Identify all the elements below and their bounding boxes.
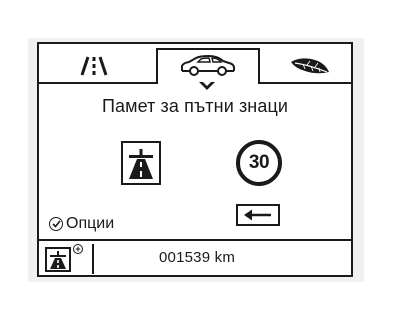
page-title: Памет за пътни знаци: [101, 96, 289, 116]
speed-limit-sign: 30: [236, 140, 282, 186]
speed-limit-value: 30: [248, 152, 270, 173]
options-label: Опции: [66, 215, 115, 232]
status-divider: [92, 244, 94, 274]
status-bar-separator: [39, 239, 351, 241]
arrow-left-icon: [244, 209, 271, 221]
active-tab-pointer: [199, 80, 215, 90]
motorway-sign-icon: [121, 141, 161, 185]
info-display: Памет за пътни знаци 30 Опции + 001539 k…: [37, 42, 353, 277]
options-button[interactable]: Опции: [49, 215, 114, 233]
eco-leaf-icon: [291, 58, 329, 74]
back-button[interactable]: [236, 204, 280, 226]
plus-circle-icon: +: [73, 244, 83, 254]
tab-road[interactable]: [49, 48, 139, 84]
tab-eco[interactable]: [271, 48, 349, 84]
road-view-icon: [80, 56, 108, 76]
check-circle-icon: [49, 217, 63, 231]
car-icon: [181, 55, 235, 76]
odometer-readout: 001539 km: [159, 249, 236, 266]
tab-car[interactable]: [156, 48, 260, 84]
motorway-sign-icon: [45, 247, 71, 272]
display-frame: Памет за пътни знаци 30 Опции + 001539 k…: [28, 38, 364, 282]
